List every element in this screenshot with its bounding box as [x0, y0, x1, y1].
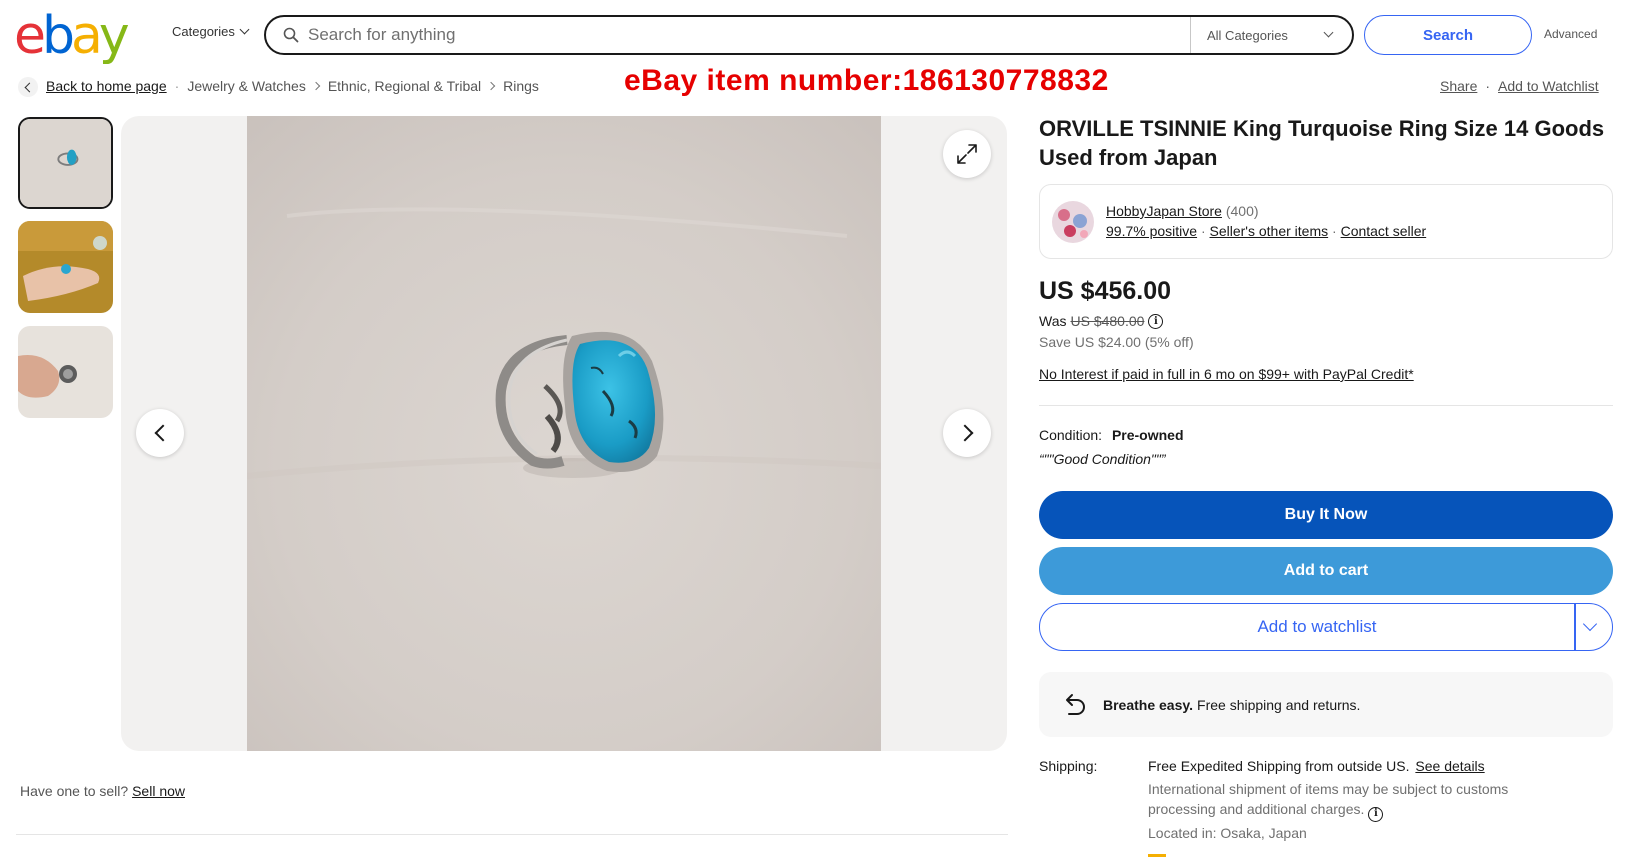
- breadcrumb-rings[interactable]: Rings: [503, 78, 539, 94]
- chevron-left-icon: [154, 424, 171, 442]
- next-image-button[interactable]: [943, 409, 991, 457]
- expand-image-button[interactable]: [943, 130, 991, 178]
- was-label: Was: [1039, 313, 1067, 329]
- logo-letter-e: e: [14, 6, 46, 66]
- search-input[interactable]: [308, 17, 1190, 53]
- category-select-value: All Categories: [1207, 27, 1288, 43]
- condition-row: Condition: Pre-owned: [1039, 427, 1184, 443]
- seller-links: 99.7% positive · Seller's other items · …: [1106, 223, 1426, 239]
- logo-letter-y: y: [98, 6, 130, 66]
- add-to-watchlist-button[interactable]: Add to watchlist: [1039, 603, 1613, 651]
- shipping-label: Shipping:: [1039, 758, 1098, 774]
- chevron-right-icon: [956, 424, 973, 442]
- current-price: US $456.00: [1039, 277, 1172, 305]
- see-details-link[interactable]: See details: [1415, 758, 1484, 774]
- condition-description: “""Good Condition""”: [1039, 451, 1166, 467]
- main-product-image[interactable]: [247, 116, 881, 751]
- divider: [16, 834, 1008, 835]
- chevron-down-icon: [1323, 27, 1334, 38]
- add-to-watchlist-label: Add to watchlist: [1257, 617, 1377, 636]
- breadcrumb-ethnic-tribal[interactable]: Ethnic, Regional & Tribal: [328, 78, 481, 94]
- breathe-easy-text: Breathe easy. Free shipping and returns.: [1103, 697, 1360, 713]
- image-gallery: [121, 116, 1007, 751]
- breadcrumb-separator: ·: [174, 78, 180, 94]
- item-number-overlay: eBay item number:186130778832: [624, 64, 1109, 97]
- thumbnail-2[interactable]: [18, 221, 113, 313]
- previous-image-button[interactable]: [136, 409, 184, 457]
- back-arrow-icon[interactable]: [18, 77, 38, 97]
- thumbnail-fingers-image: [18, 326, 113, 418]
- expand-icon: [957, 144, 977, 164]
- chevron-right-icon: [311, 81, 321, 91]
- breadcrumb-jewelry-watches[interactable]: Jewelry & Watches: [187, 78, 306, 94]
- thumbnail-hand-image: [18, 221, 113, 313]
- breathe-easy-banner: Breathe easy. Free shipping and returns.: [1039, 672, 1613, 737]
- shipping-free: Free: [1148, 758, 1177, 774]
- was-price-line: Was US $480.00 i: [1039, 313, 1164, 329]
- seller-name-link[interactable]: HobbyJapan Store: [1106, 203, 1222, 219]
- shipping-summary: Free Expedited Shipping from outside US.…: [1148, 758, 1485, 774]
- advanced-search-link[interactable]: Advanced: [1544, 27, 1597, 41]
- seller-links-separator: ·: [1332, 223, 1337, 239]
- search-icon: [274, 27, 308, 43]
- search-bar: All Categories: [264, 15, 1354, 55]
- thumbnail-1[interactable]: [18, 117, 113, 209]
- breadcrumb-home-link[interactable]: Back to home page: [46, 78, 167, 94]
- sell-prompt: Have one to sell? Sell now: [20, 783, 185, 799]
- shipping-note-text: International shipment of items may be s…: [1148, 781, 1509, 817]
- listing-title: ORVILLE TSINNIE King Turquoise Ring Size…: [1039, 116, 1605, 170]
- categories-label: Categories: [172, 24, 235, 39]
- condition-label: Condition:: [1039, 427, 1103, 443]
- seller-feedback-link[interactable]: 99.7% positive: [1106, 223, 1197, 239]
- ebay-logo[interactable]: e b a y: [14, 6, 130, 66]
- thumbnail-3[interactable]: [18, 326, 113, 418]
- breadcrumb: Back to home page · Jewelry & Watches Et…: [46, 78, 539, 94]
- add-to-watchlist-link[interactable]: Add to Watchlist: [1498, 78, 1599, 94]
- return-arrow-icon: [1066, 693, 1085, 715]
- sell-now-link[interactable]: Sell now: [132, 783, 185, 799]
- watchlist-split-divider: [1574, 603, 1576, 651]
- item-location: Located in: Osaka, Japan: [1148, 825, 1307, 841]
- info-icon[interactable]: i: [1148, 313, 1164, 329]
- seller-links-separator: ·: [1200, 223, 1206, 239]
- shipping-note: International shipment of items may be s…: [1148, 779, 1568, 822]
- contact-seller-link[interactable]: Contact seller: [1341, 223, 1427, 239]
- logo-letter-a: a: [71, 6, 103, 66]
- breathe-easy-detail: Free shipping and returns.: [1197, 696, 1361, 713]
- condition-value: Pre-owned: [1111, 427, 1184, 443]
- search-button[interactable]: Search: [1364, 15, 1532, 55]
- top-links: Share · Add to Watchlist: [1440, 78, 1599, 94]
- chevron-right-icon: [486, 81, 496, 91]
- categories-dropdown[interactable]: Categories: [172, 24, 250, 39]
- breathe-easy-bold: Breathe easy.: [1103, 696, 1194, 713]
- thumbnail-ring-image: [20, 119, 111, 207]
- top-links-separator: ·: [1485, 78, 1491, 94]
- chevron-down-icon: [239, 24, 250, 35]
- seller-feedback-count: (400): [1225, 203, 1259, 219]
- seller-avatar[interactable]: [1052, 201, 1094, 243]
- sell-question: Have one to sell?: [20, 783, 129, 799]
- seller-other-items-link[interactable]: Seller's other items: [1210, 223, 1329, 239]
- category-select[interactable]: All Categories: [1190, 17, 1352, 53]
- paypal-credit-link[interactable]: No Interest if paid in full in 6 mo on $…: [1039, 366, 1414, 382]
- shipping-method: Expedited Shipping from outside US.: [1180, 758, 1410, 774]
- buy-it-now-button[interactable]: Buy It Now: [1039, 491, 1613, 539]
- share-link[interactable]: Share: [1440, 78, 1477, 94]
- divider: [1039, 405, 1613, 406]
- savings-text: Save US $24.00 (5% off): [1039, 334, 1194, 350]
- add-to-cart-button[interactable]: Add to cart: [1039, 547, 1613, 595]
- seller-name-row: HobbyJapan Store (400): [1106, 203, 1259, 219]
- logo-letter-b: b: [42, 6, 75, 66]
- info-icon[interactable]: i: [1368, 806, 1384, 822]
- seller-card: HobbyJapan Store (400) 99.7% positive · …: [1039, 184, 1613, 259]
- was-price: US $480.00: [1070, 313, 1145, 329]
